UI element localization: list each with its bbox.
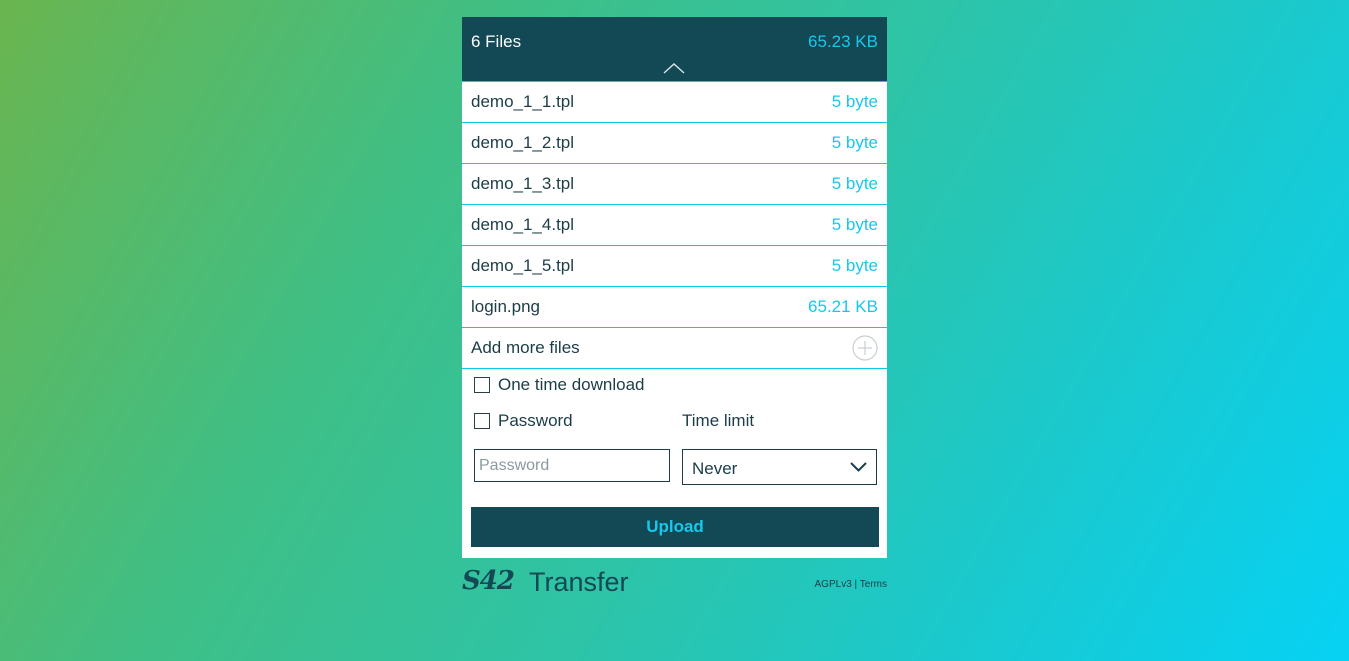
one-time-download-label: One time download	[498, 375, 645, 394]
upload-button[interactable]: Upload	[471, 507, 879, 547]
files-summary-header: 6 Files 65.23 KB	[462, 17, 887, 82]
file-count: 6 Files	[471, 32, 522, 51]
logo-mark: S42	[462, 566, 515, 596]
file-size: 5 byte	[831, 174, 878, 193]
file-row: demo_1_1.tpl 5 byte	[462, 82, 887, 123]
plus-circle-icon[interactable]	[852, 335, 878, 361]
time-limit-value: Never	[692, 459, 738, 478]
time-limit-label: Time limit	[682, 411, 755, 430]
file-size: 65.21 KB	[808, 297, 878, 316]
upload-panel: 6 Files 65.23 KB demo_1_1.tpl 5 byte dem…	[462, 17, 887, 558]
file-list: demo_1_1.tpl 5 byte demo_1_2.tpl 5 byte …	[462, 82, 887, 328]
add-more-files-label: Add more files	[471, 338, 580, 357]
file-row: demo_1_5.tpl 5 byte	[462, 246, 887, 287]
password-label: Password	[498, 411, 573, 430]
total-size: 65.23 KB	[808, 32, 878, 51]
file-name: demo_1_5.tpl	[471, 256, 575, 275]
logo-word: Transfer	[529, 567, 629, 597]
footer-links: AGPLv3 | Terms	[815, 579, 887, 590]
file-name: demo_1_3.tpl	[471, 174, 575, 193]
file-row: demo_1_2.tpl 5 byte	[462, 123, 887, 164]
footer-separator: |	[854, 579, 858, 590]
file-size: 5 byte	[831, 133, 878, 152]
file-row: login.png 65.21 KB	[462, 287, 887, 328]
license-link[interactable]: AGPLv3	[815, 579, 852, 590]
one-time-download-checkbox[interactable]	[474, 377, 490, 393]
terms-link[interactable]: Terms	[860, 579, 887, 590]
file-name: login.png	[471, 297, 541, 316]
file-name: demo_1_1.tpl	[471, 92, 575, 111]
file-row: demo_1_3.tpl 5 byte	[462, 164, 887, 205]
password-input[interactable]	[474, 449, 670, 482]
file-size: 5 byte	[831, 256, 878, 275]
password-checkbox[interactable]	[474, 413, 490, 429]
time-limit-select[interactable]: Never	[682, 449, 877, 485]
chevron-up-icon[interactable]	[663, 62, 685, 74]
add-more-files-button[interactable]: Add more files	[462, 328, 887, 369]
file-name: demo_1_2.tpl	[471, 133, 575, 152]
file-size: 5 byte	[831, 215, 878, 234]
file-name: demo_1_4.tpl	[471, 215, 575, 234]
file-row: demo_1_4.tpl 5 byte	[462, 205, 887, 246]
chevron-down-icon	[850, 462, 867, 472]
file-size: 5 byte	[831, 92, 878, 111]
